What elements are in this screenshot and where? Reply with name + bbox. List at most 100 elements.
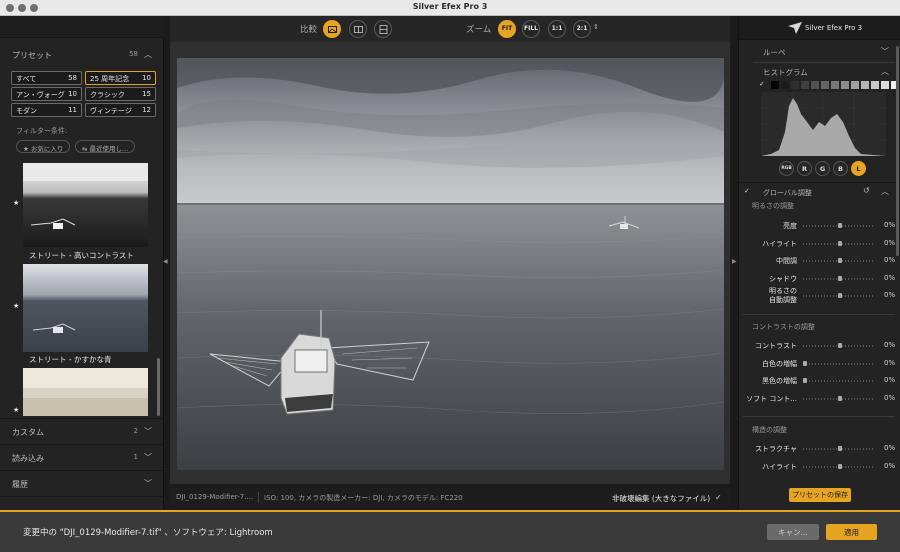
collapse-left-arrow-icon[interactable]: ◀ — [163, 258, 168, 265]
global-enable-checkbox[interactable]: ✓ — [744, 187, 750, 195]
tone-swatch[interactable] — [821, 81, 829, 89]
preset-thumbnail-vintage[interactable] — [23, 368, 148, 416]
slider-handle[interactable] — [838, 275, 842, 281]
adjustment-slider[interactable] — [803, 293, 875, 298]
slider-handle[interactable] — [803, 360, 807, 366]
channel-r-button[interactable]: R — [797, 161, 812, 176]
favorite-star-icon[interactable]: ★ — [13, 406, 19, 414]
channel-label: R — [801, 165, 807, 173]
adjustment-slider[interactable] — [803, 258, 875, 263]
slider-tick — [818, 397, 819, 400]
channel-rgb-button[interactable]: RGB — [779, 161, 794, 176]
compare-split-button[interactable] — [323, 20, 341, 38]
history-section-header[interactable]: 履歴 ﹀ — [0, 473, 164, 495]
preset-chip-vintage[interactable]: ヴィンテージ 12 — [85, 103, 156, 117]
filter-favorites[interactable]: ★ お気に入り — [16, 140, 71, 153]
reset-icon[interactable]: ↺ — [863, 186, 870, 195]
chevron-down-icon[interactable]: ﹀ — [144, 452, 152, 463]
apply-button[interactable]: 適用 — [826, 524, 877, 540]
slider-handle[interactable] — [838, 463, 842, 469]
clipping-check-icon[interactable]: ✓ — [759, 80, 765, 88]
slider-tick — [869, 397, 870, 400]
chevron-up-icon[interactable]: ︿ — [881, 66, 889, 77]
chevron-up-icon[interactable]: ︿ — [881, 186, 889, 197]
preset-chip-modern[interactable]: モダン 11 — [11, 103, 82, 117]
slider-handle[interactable] — [838, 446, 842, 451]
slider-handle[interactable] — [838, 223, 842, 228]
slider-tick — [866, 362, 867, 365]
chevron-down-icon[interactable]: ﹀ — [144, 426, 152, 437]
tone-swatch[interactable] — [871, 81, 879, 89]
histogram-section-header[interactable]: ヒストグラム ︿ — [763, 64, 889, 82]
preset-chip-25th[interactable]: 25 周年記念 10 — [85, 71, 156, 85]
nondestructive-checkbox[interactable]: ✓ — [715, 493, 722, 502]
channel-l-button[interactable]: L — [851, 161, 866, 176]
tone-swatch[interactable] — [781, 81, 789, 89]
collapse-right-arrow-icon[interactable]: ▶ — [732, 258, 737, 265]
loupe-section-header[interactable]: ルーペ ﹀ — [763, 44, 889, 62]
presets-header[interactable]: プリセット 58 ︿ — [0, 44, 164, 66]
slider-handle[interactable] — [838, 293, 842, 298]
tone-swatch[interactable] — [791, 81, 799, 89]
adjustment-slider[interactable] — [803, 446, 875, 451]
slider-handle[interactable] — [838, 343, 842, 348]
tone-swatch[interactable] — [801, 81, 809, 89]
channel-g-button[interactable]: G — [815, 161, 830, 176]
adjustment-slider[interactable] — [803, 378, 875, 383]
compare-side-by-side-button[interactable] — [349, 20, 367, 38]
preset-chip-vogue[interactable]: アン・ヴォーグ 10 — [11, 87, 82, 101]
slider-tick — [815, 465, 816, 468]
preview-image[interactable] — [177, 58, 724, 470]
slider-tick — [833, 225, 834, 227]
tone-swatch[interactable] — [831, 81, 839, 89]
tone-swatch[interactable] — [771, 81, 779, 89]
slider-handle[interactable] — [838, 240, 842, 246]
adjustment-slider[interactable] — [803, 275, 875, 281]
import-section-header[interactable]: 読み込み 1 ﹀ — [0, 447, 164, 469]
preset-chip-classic[interactable]: クラシック 15 — [85, 87, 156, 101]
adjustment-slider[interactable] — [803, 343, 875, 348]
compare-stacked-button[interactable] — [374, 20, 392, 38]
slider-tick — [818, 465, 819, 468]
zoom-2-1-button[interactable]: 2:1 — [573, 20, 591, 38]
tone-swatch[interactable] — [861, 81, 869, 89]
zoom-fill-button[interactable]: FILL — [522, 20, 540, 38]
slider-handle[interactable] — [803, 378, 807, 383]
zoom-fit-button[interactable]: FIT — [498, 20, 516, 38]
zoom-stepper-icon[interactable]: ⇕ — [593, 23, 599, 31]
filter-recent[interactable]: ⇆ 最近使用し... — [75, 140, 136, 153]
save-preset-button[interactable]: プリセットの保存 — [789, 488, 851, 502]
chevron-down-icon[interactable]: ﹀ — [144, 478, 152, 489]
slider-tick — [818, 295, 819, 297]
preset-thumbnail-faint-blue[interactable] — [23, 264, 148, 352]
custom-section-header[interactable]: カスタム 2 ﹀ — [0, 421, 164, 443]
tone-swatch[interactable] — [881, 81, 889, 89]
adjustment-slider[interactable] — [803, 463, 875, 469]
tone-swatch[interactable] — [841, 81, 849, 89]
favorite-star-icon[interactable]: ★ — [13, 199, 19, 207]
favorite-star-icon[interactable]: ★ — [13, 302, 19, 310]
adjustment-slider[interactable] — [803, 395, 875, 401]
adjustment-label: 黒色の増幅 — [762, 377, 797, 385]
chevron-down-icon[interactable]: ﹀ — [881, 46, 889, 57]
adjustment-label: コントラスト — [755, 342, 797, 350]
slider-handle[interactable] — [838, 395, 842, 401]
chevron-up-icon[interactable]: ︿ — [144, 49, 152, 60]
preset-thumbnail-high-contrast[interactable] — [23, 163, 148, 247]
preset-scrollbar[interactable] — [157, 358, 160, 416]
tone-swatch[interactable] — [851, 81, 859, 89]
preset-chip-all[interactable]: すべて 58 — [11, 71, 82, 85]
zoom-1-1-button[interactable]: 1:1 — [548, 20, 566, 38]
cancel-button[interactable]: キャン... — [767, 524, 819, 540]
tone-swatch[interactable] — [811, 81, 819, 89]
slider-handle[interactable] — [838, 258, 842, 263]
right-panel-scrollbar[interactable] — [896, 46, 899, 256]
adjustment-slider[interactable] — [803, 223, 875, 228]
filter-label: フィルター条件: — [16, 127, 68, 135]
save-preset-label: プリセットの保存 — [792, 491, 848, 499]
adjustment-slider[interactable] — [803, 360, 875, 366]
adjustment-slider[interactable] — [803, 240, 875, 246]
channel-b-button[interactable]: B — [833, 161, 848, 176]
slider-tick — [866, 225, 867, 227]
slider-tick — [821, 242, 822, 245]
